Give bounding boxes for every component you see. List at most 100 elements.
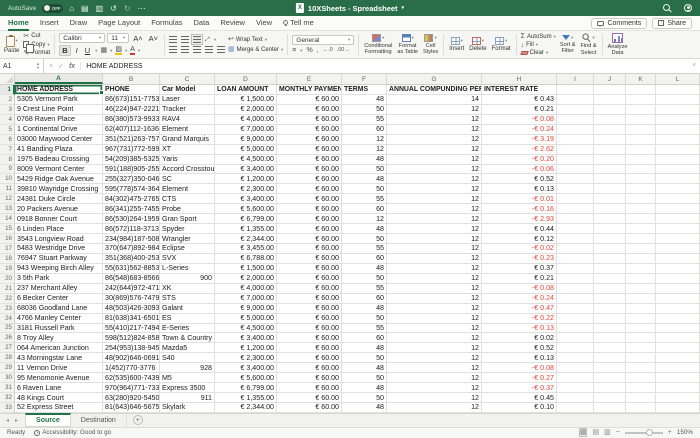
cell-A13[interactable]: 20 Packers Avenue	[15, 204, 103, 215]
cell-E25[interactable]: € 60.00	[277, 323, 342, 334]
cell-E6[interactable]: € 60.00	[277, 134, 342, 145]
cell-K31[interactable]	[626, 383, 656, 394]
copy-button[interactable]: Copy ▾	[23, 41, 50, 53]
cell-G20[interactable]: 12	[387, 273, 482, 284]
cell-B26[interactable]: 598(512)824-8585	[103, 333, 160, 344]
row-header-20[interactable]: 20	[0, 273, 15, 284]
cell-L33[interactable]	[656, 403, 700, 413]
cell-D20[interactable]: € 2,000.00	[215, 273, 277, 284]
cell-I17[interactable]	[557, 244, 594, 254]
cell-H2[interactable]: € 0.43	[482, 94, 557, 105]
cell-B18[interactable]: 351(368)400-2533	[103, 253, 160, 264]
prev-sheet-icon[interactable]: ◂	[4, 417, 11, 424]
cell-C33[interactable]: Skylark	[160, 403, 215, 413]
cell-L29[interactable]	[656, 363, 700, 374]
cell-G24[interactable]: 12	[387, 313, 482, 324]
cell-H3[interactable]: € 0.21	[482, 104, 557, 115]
font-size-select[interactable]: 11 ▾	[107, 33, 130, 43]
cell-A1[interactable]: HOME ADDRESS	[15, 85, 104, 96]
cell-G33[interactable]: 12	[387, 403, 482, 413]
cell-D4[interactable]: € 4,000.00	[215, 114, 277, 125]
cell-L26[interactable]	[656, 333, 700, 344]
cell-A16[interactable]: 3543 Longview Road	[15, 234, 103, 244]
cell-L1[interactable]	[656, 85, 700, 95]
cell-H30[interactable]: -€ 0.27	[482, 373, 557, 384]
cell-B33[interactable]: 81(643)646-5675	[103, 403, 160, 413]
cell-K7[interactable]	[626, 144, 656, 155]
cell-C18[interactable]: SVX	[160, 253, 215, 264]
cell-C10[interactable]: SC	[160, 174, 215, 185]
row-header-26[interactable]: 26	[0, 333, 15, 344]
cell-B21[interactable]: 242(644)972-4717	[103, 283, 160, 294]
cell-B11[interactable]: 595(778)574-3648	[103, 184, 160, 195]
row-header-3[interactable]: 3	[0, 104, 15, 115]
cell-G4[interactable]: 12	[387, 114, 482, 125]
row-header-7[interactable]: 7	[0, 144, 15, 155]
cell-K13[interactable]	[626, 204, 656, 215]
column-header-F[interactable]: F	[342, 74, 387, 84]
cell-I5[interactable]	[557, 124, 594, 135]
cell-styles-button[interactable]: ▾ Cell Styles	[422, 33, 439, 55]
row-header-8[interactable]: 8	[0, 154, 15, 165]
cell-B6[interactable]: 351(521)263-7578	[103, 134, 160, 145]
row-header-5[interactable]: 5	[0, 124, 15, 135]
cell-E19[interactable]: € 60.00	[277, 263, 342, 274]
cell-B1[interactable]: PHONE	[103, 85, 160, 95]
cell-I11[interactable]	[557, 184, 594, 195]
decrease-indent-icon[interactable]	[205, 46, 214, 53]
cell-B32[interactable]: 63(280)920-5450	[103, 393, 160, 403]
cell-A6[interactable]: 03000 Maywood Center	[15, 134, 103, 145]
title-chevron-icon[interactable]: ▾	[402, 5, 405, 11]
cell-E20[interactable]: € 60.00	[277, 273, 342, 284]
cell-K26[interactable]	[626, 333, 656, 344]
print-icon[interactable]: ▥	[96, 4, 104, 13]
cell-G16[interactable]: 12	[387, 234, 482, 244]
row-header-2[interactable]: 2	[0, 94, 15, 105]
cell-K30[interactable]	[626, 373, 656, 384]
increase-indent-icon[interactable]	[217, 46, 226, 53]
cell-J21[interactable]	[594, 283, 626, 294]
cell-G7[interactable]: 12	[387, 144, 482, 155]
cell-D25[interactable]: € 4,500.00	[215, 323, 277, 334]
cell-B9[interactable]: 591(188)905-2557	[103, 164, 160, 175]
row-header-32[interactable]: 32	[0, 393, 15, 403]
cell-I15[interactable]	[557, 224, 594, 235]
cell-L11[interactable]	[656, 184, 700, 195]
cell-F15[interactable]: 48	[342, 224, 387, 235]
row-header-22[interactable]: 22	[0, 293, 15, 304]
cell-E8[interactable]: € 60.00	[277, 154, 342, 165]
cell-J17[interactable]	[594, 244, 626, 254]
cell-D30[interactable]: € 5,600.00	[215, 373, 277, 384]
autosave-toggle[interactable]: OFF	[42, 3, 64, 13]
cell-F8[interactable]: 48	[342, 154, 387, 165]
cell-B10[interactable]: 255(327)350-0465	[103, 174, 160, 185]
cell-A8[interactable]: 1975 Badeau Crossing	[15, 154, 103, 165]
cell-G14[interactable]: 12	[387, 214, 482, 225]
cell-I6[interactable]	[557, 134, 594, 145]
tab-home[interactable]: Home	[8, 16, 29, 31]
cell-H19[interactable]: € 0.37	[482, 263, 557, 274]
cell-A2[interactable]: 5305 Vermont Park	[15, 94, 103, 105]
cell-L20[interactable]	[656, 273, 700, 284]
cell-J31[interactable]	[594, 383, 626, 394]
cell-H21[interactable]: -€ 0.08	[482, 283, 557, 294]
cell-E12[interactable]: € 60.00	[277, 194, 342, 205]
analyze-data-button[interactable]: Analyze Data	[607, 32, 629, 56]
cell-L10[interactable]	[656, 174, 700, 185]
cell-I26[interactable]	[557, 333, 594, 344]
cell-F25[interactable]: 55	[342, 323, 387, 334]
borders-icon[interactable]: ▦	[100, 47, 107, 54]
format-cells-button[interactable]: ▾ Format	[491, 37, 512, 52]
row-header-16[interactable]: 16	[0, 234, 15, 244]
name-box[interactable]: A1 ▲ ▼	[0, 58, 44, 74]
cell-B7[interactable]: 967(731)772-5995	[103, 144, 160, 155]
cell-D23[interactable]: € 9,000.00	[215, 303, 277, 314]
cell-C16[interactable]: Wrangler	[160, 234, 215, 244]
cell-F2[interactable]: 48	[342, 94, 387, 105]
cell-I1[interactable]	[557, 85, 594, 95]
cell-I2[interactable]	[557, 94, 594, 105]
cell-J4[interactable]	[594, 114, 626, 125]
cell-D31[interactable]: € 6,799.00	[215, 383, 277, 394]
cell-G23[interactable]: 12	[387, 303, 482, 314]
cell-C25[interactable]: E-Series	[160, 323, 215, 334]
